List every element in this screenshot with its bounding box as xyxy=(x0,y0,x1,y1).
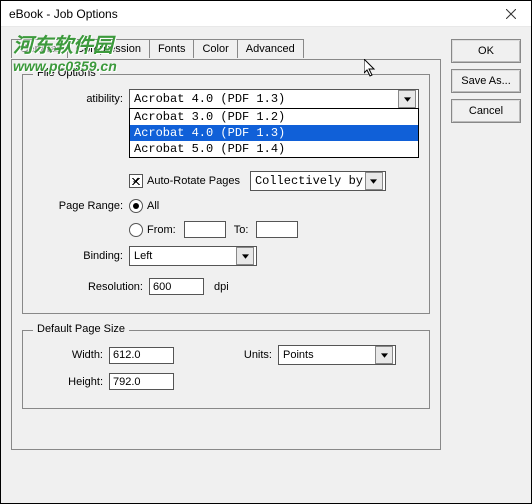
width-label: Width: xyxy=(33,349,109,361)
tab-advanced[interactable]: Advanced xyxy=(238,40,303,58)
cancel-button[interactable]: Cancel xyxy=(451,99,521,123)
binding-label: Binding: xyxy=(33,250,129,262)
chevron-down-icon xyxy=(236,247,254,265)
range-to-input[interactable] xyxy=(256,221,298,238)
sidebar: OK Save As... Cancel xyxy=(451,39,521,123)
units-select[interactable]: Points xyxy=(278,345,396,365)
chevron-down-icon xyxy=(365,172,383,190)
range-from-label: From: xyxy=(147,224,176,236)
auto-rotate-mode-select[interactable]: Collectively by xyxy=(250,171,386,191)
auto-rotate-label: Auto-Rotate Pages xyxy=(147,175,240,187)
range-from-radio[interactable] xyxy=(129,223,143,237)
file-options-group: File Options atibility: Acrobat 4.0 (PDF… xyxy=(22,74,430,314)
range-all-radio[interactable] xyxy=(129,199,143,213)
ok-button[interactable]: OK xyxy=(451,39,521,63)
tab-color[interactable]: Color xyxy=(194,40,237,58)
save-as-button[interactable]: Save As... xyxy=(451,69,521,93)
window: eBook - Job Options 河东软件园 www.pc0359.cn … xyxy=(0,0,532,504)
width-input[interactable] xyxy=(109,347,174,364)
height-input[interactable] xyxy=(109,373,174,390)
tab-fonts[interactable]: Fonts xyxy=(150,40,195,58)
range-to-label: To: xyxy=(234,224,249,236)
close-button[interactable] xyxy=(491,1,531,26)
window-title: eBook - Job Options xyxy=(9,7,118,21)
resolution-input[interactable] xyxy=(149,278,204,295)
compatibility-label: atibility: xyxy=(33,93,129,105)
tab-strip: General Compression Fonts Color Advanced xyxy=(11,39,441,60)
height-label: Height: xyxy=(33,376,109,388)
page-size-legend: Default Page Size xyxy=(33,323,129,335)
tab-general[interactable]: General xyxy=(12,40,68,58)
file-options-legend: File Options xyxy=(33,67,100,79)
tab-body: File Options atibility: Acrobat 4.0 (PDF… xyxy=(11,60,441,450)
page-size-group: Default Page Size Width: Units: Points H… xyxy=(22,330,430,409)
clipped-row: Embed Thumbnails xyxy=(129,159,419,171)
compat-option[interactable]: Acrobat 5.0 (PDF 1.4) xyxy=(130,141,418,157)
resolution-unit: dpi xyxy=(214,281,229,293)
binding-value: Left xyxy=(134,250,152,262)
range-from-input[interactable] xyxy=(184,221,226,238)
compat-option[interactable]: Acrobat 3.0 (PDF 1.2) xyxy=(130,109,418,125)
tab-compression[interactable]: Compression xyxy=(68,40,150,58)
binding-select[interactable]: Left xyxy=(129,246,257,266)
compatibility-selected: Acrobat 4.0 (PDF 1.3) xyxy=(134,92,285,106)
compatibility-select[interactable]: Acrobat 4.0 (PDF 1.3) Acrobat 3.0 (PDF 1… xyxy=(129,89,419,109)
titlebar: eBook - Job Options xyxy=(1,1,531,27)
units-label: Units: xyxy=(224,349,278,361)
auto-rotate-checkbox[interactable] xyxy=(129,174,143,188)
auto-rotate-mode-value: Collectively by xyxy=(255,174,363,188)
units-value: Points xyxy=(283,349,314,361)
resolution-label: Resolution: xyxy=(33,281,149,293)
chevron-down-icon xyxy=(375,346,393,364)
chevron-down-icon xyxy=(398,90,416,108)
range-all-label: All xyxy=(147,200,159,212)
compat-option[interactable]: Acrobat 4.0 (PDF 1.3) xyxy=(130,125,418,141)
close-icon xyxy=(506,9,516,19)
compatibility-dropdown: Acrobat 3.0 (PDF 1.2) Acrobat 4.0 (PDF 1… xyxy=(129,108,419,158)
page-range-label: Page Range: xyxy=(33,200,129,212)
